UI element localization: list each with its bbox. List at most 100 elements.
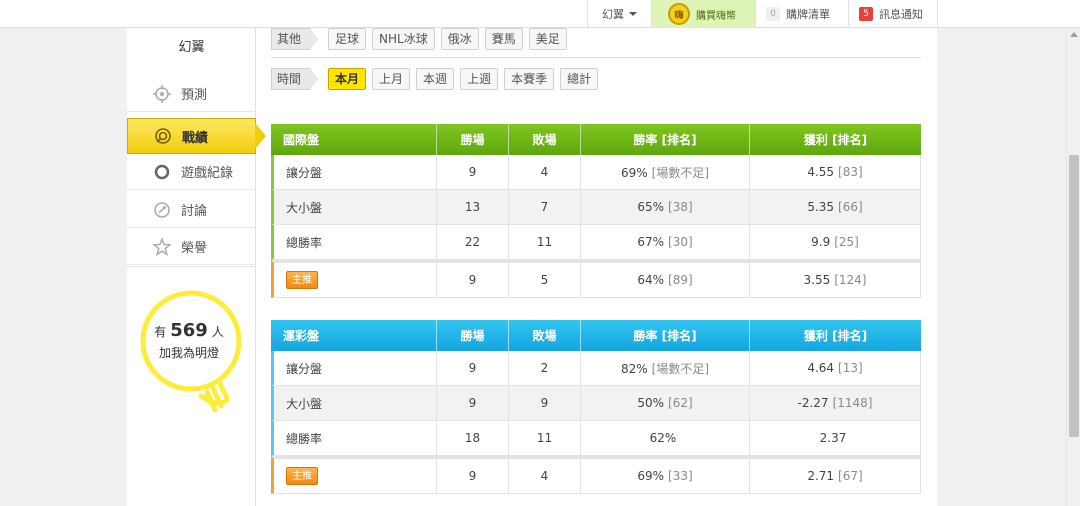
time-chip-active[interactable]: 本月: [328, 68, 367, 90]
sidebar-item-game-history[interactable]: 遊戲紀錄: [127, 154, 256, 190]
buy-coins-button[interactable]: 嗨 購買嗨幣: [651, 0, 755, 28]
profit: 9.9: [811, 235, 831, 249]
table-row: 大小盤 9 9 50% [62] -2.27 [1148]: [271, 386, 921, 421]
coin-icon: 嗨: [668, 3, 690, 25]
row-name: 讓分盤: [271, 155, 437, 190]
row-name: 讓分盤: [271, 351, 437, 386]
win-rate: 67%: [637, 235, 665, 249]
sidebar-item-label: 預測: [181, 88, 208, 103]
time-chip[interactable]: 上月: [372, 68, 411, 90]
win-rate-cell: 69% [場數不足]: [581, 155, 750, 190]
profit: 4.64: [807, 361, 835, 375]
profit-cell: 5.35 [66]: [750, 190, 921, 225]
sidebar-item-predict[interactable]: 預測: [127, 76, 256, 112]
win-count: 18: [437, 421, 509, 456]
user-menu[interactable]: 幻翼: [587, 0, 651, 28]
sport-filter-row: 其他 足球 NHL冰球 俄冰 賽馬 美足: [271, 28, 573, 50]
time-chip[interactable]: 總計: [560, 68, 599, 90]
win-rate: 69%: [620, 165, 648, 180]
loss-count: 4: [509, 155, 581, 190]
sidebar-item-label: 遊戲紀錄: [181, 166, 234, 181]
table-row: 讓分盤 9 2 82% [場數不足] 4.64 [13]: [271, 351, 921, 386]
loss-count: 9: [509, 386, 581, 421]
scrollbar-thumb[interactable]: [1069, 155, 1079, 437]
win-rate: 65%: [637, 200, 665, 214]
win-rate-rank: [62]: [668, 396, 693, 410]
column-header: 勝率 [排名]: [581, 124, 750, 155]
profit: 3.55: [803, 273, 831, 287]
time-chip[interactable]: 本賽季: [504, 68, 555, 90]
table-title: 運彩盤: [271, 320, 437, 351]
column-header: 勝場: [437, 124, 509, 155]
profit: 2.37: [819, 431, 847, 445]
win-rate-rank: [30]: [668, 235, 693, 249]
circle-icon: [153, 163, 171, 181]
fans-suffix: 人: [211, 325, 224, 339]
table-row: 讓分盤 9 4 69% [場數不足] 4.55 [83]: [271, 155, 921, 190]
sidebar-item-honor[interactable]: 榮譽: [127, 229, 256, 265]
sport-chip[interactable]: 賽馬: [484, 28, 523, 50]
win-count: 9: [437, 155, 509, 190]
profit-rank: [13]: [838, 361, 863, 375]
profit: -2.27: [797, 396, 829, 410]
international-stats-table: 國際盤 勝場 敗場 勝率 [排名] 獲利 [排名] 讓分盤 9 4 69% [場數…: [271, 124, 921, 298]
record-icon: [154, 127, 172, 145]
profit-rank: [124]: [834, 273, 867, 287]
sport-chip[interactable]: 俄冰: [440, 28, 479, 50]
win-rate-rank: [89]: [668, 273, 693, 287]
profit-rank: [83]: [838, 165, 863, 179]
career-badge: 主推: [286, 271, 318, 289]
win-rate-cell: 69% [33]: [581, 456, 750, 494]
row-name: 總勝率: [271, 225, 437, 260]
sidebar-item-label: 戰績: [182, 130, 209, 146]
career-badge: 主推: [286, 467, 318, 485]
time-chip[interactable]: 上週: [460, 68, 499, 90]
loss-count: 7: [509, 190, 581, 225]
table-header-row: 運彩盤 勝場 敗場 勝率 [排名] 獲利 [排名]: [271, 320, 921, 351]
lottery-stats-table: 運彩盤 勝場 敗場 勝率 [排名] 獲利 [排名] 讓分盤 9 2 82% [場數…: [271, 320, 921, 494]
win-count: 9: [437, 456, 509, 494]
sidebar-item-record[interactable]: 戰績: [127, 118, 266, 154]
target-icon: [153, 84, 171, 103]
win-count: 13: [437, 190, 509, 225]
profit-cell: 4.64 [13]: [750, 351, 921, 386]
sidebar-item-label: 討論: [181, 204, 208, 219]
win-count: 9: [437, 386, 509, 421]
profit: 2.71: [807, 469, 835, 483]
win-rate-rank: [33]: [668, 469, 693, 483]
win-rate-rank: [場數不足]: [651, 361, 710, 376]
fans-caption: 加我為明燈: [158, 346, 219, 360]
win-rate-cell: 82% [場數不足]: [581, 351, 750, 386]
sidebar-item-discussion[interactable]: 討論: [127, 192, 256, 228]
career-label-cell: 主推: [271, 260, 437, 298]
career-label-cell: 主推: [271, 456, 437, 494]
fans-prefix: 有: [154, 325, 167, 339]
column-header: 獲利 [排名]: [750, 124, 921, 155]
row-name: 總勝率: [271, 421, 437, 456]
career-row: 主推 9 5 64% [89] 3.55 [124]: [271, 260, 921, 298]
scrollbar[interactable]: [1066, 28, 1080, 506]
sidebar-username: 幻翼: [178, 40, 205, 55]
time-chip[interactable]: 本週: [416, 68, 455, 90]
win-rate: 64%: [637, 273, 665, 287]
buy-coins-label: 購買嗨幣: [696, 10, 736, 22]
profit-cell: 9.9 [25]: [750, 225, 921, 260]
scroll-up-icon[interactable]: [1070, 32, 1078, 37]
loss-count: 2: [509, 351, 581, 386]
loss-count: 11: [509, 421, 581, 456]
table-row: 總勝率 18 11 62% 2.37: [271, 421, 921, 456]
win-rate: 50%: [637, 396, 665, 410]
sport-chip[interactable]: 足球: [328, 28, 367, 50]
cart-link[interactable]: 0 購牌清單: [755, 0, 848, 28]
profit-rank: [1148]: [832, 396, 873, 410]
notifications-link[interactable]: 5 訊息通知: [848, 0, 938, 28]
profit-cell: 3.55 [124]: [750, 260, 921, 298]
top-bar: 幻翼 嗨 購買嗨幣 0 購牌清單 5 訊息通知: [0, 0, 1080, 28]
win-rate-cell: 62%: [581, 421, 750, 456]
profit-cell: 2.37: [750, 421, 921, 456]
sport-chip[interactable]: NHL冰球: [372, 28, 435, 50]
win-rate-rank: [38]: [668, 200, 693, 214]
table-header-row: 國際盤 勝場 敗場 勝率 [排名] 獲利 [排名]: [271, 124, 921, 155]
sport-chip[interactable]: 美足: [528, 28, 567, 50]
profit: 5.35: [807, 200, 835, 214]
